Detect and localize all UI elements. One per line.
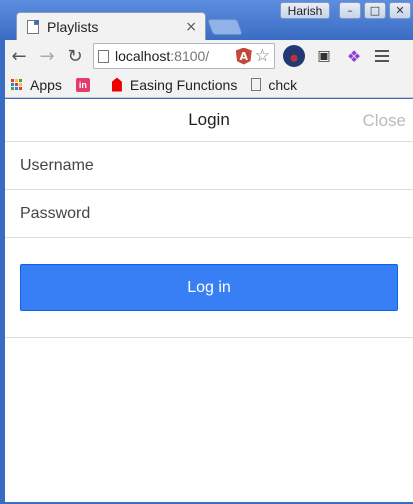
angular-extension-icon[interactable]: A bbox=[235, 47, 252, 65]
apps-grid-icon bbox=[11, 78, 23, 91]
page-title: Login bbox=[188, 110, 230, 129]
tab-title: Playlists bbox=[47, 18, 99, 35]
invision-icon: in bbox=[75, 77, 90, 92]
url-text[interactable]: localhost:8100/ bbox=[115, 48, 236, 64]
address-bar[interactable]: localhost:8100/ A ☆ bbox=[93, 43, 275, 69]
tab-close-icon[interactable]: × bbox=[185, 19, 197, 35]
bookmark-label: Apps bbox=[30, 76, 62, 93]
login-button-area: Log in bbox=[5, 238, 413, 338]
page-viewport: Login Close Log in bbox=[5, 99, 413, 502]
feather-extension-icon[interactable]: ❖ bbox=[343, 45, 365, 67]
tab-playlists[interactable]: Playlists × bbox=[16, 12, 206, 40]
page-icon bbox=[251, 78, 262, 91]
cast-extension-icon[interactable]: ▣ bbox=[313, 45, 335, 67]
bookmark-invision[interactable]: in bbox=[75, 77, 98, 92]
modal-header: Login Close bbox=[5, 99, 413, 142]
easing-icon bbox=[111, 77, 122, 92]
new-tab-button[interactable] bbox=[207, 19, 243, 35]
minimize-button[interactable]: – bbox=[339, 2, 361, 19]
browser-toolbar: ← → ↻ localhost:8100/ A ☆ ▣ ❖ bbox=[5, 40, 413, 72]
window-close-button[interactable]: ✕ bbox=[389, 2, 411, 19]
bookmark-label: chck bbox=[268, 76, 298, 93]
maximize-button[interactable]: □ bbox=[364, 2, 386, 19]
profile-button[interactable]: Harish bbox=[280, 2, 330, 19]
browser-window: Playlists × Harish – □ ✕ ← → ↻ localhost… bbox=[0, 0, 413, 504]
bookmark-chck[interactable]: chck bbox=[251, 77, 297, 93]
url-host: localhost bbox=[115, 48, 171, 64]
login-button[interactable]: Log in bbox=[20, 264, 398, 311]
back-arrow-icon[interactable]: ← bbox=[5, 42, 33, 70]
bookmark-label: Easing Functions bbox=[129, 76, 238, 93]
page-icon bbox=[27, 19, 39, 34]
reload-icon[interactable]: ↻ bbox=[61, 42, 89, 70]
bookmark-star-icon[interactable]: ☆ bbox=[255, 46, 270, 66]
password-item bbox=[5, 190, 413, 238]
username-item bbox=[5, 142, 413, 190]
tab-strip: Playlists × Harish – □ ✕ bbox=[0, 0, 413, 40]
page-icon bbox=[98, 49, 109, 63]
speedometer-extension-icon[interactable] bbox=[283, 45, 305, 67]
bookmarks-bar: Apps in Easing Functions chck bbox=[5, 72, 413, 98]
browser-menu-icon[interactable] bbox=[375, 50, 389, 62]
url-port: :8100/ bbox=[170, 48, 210, 64]
close-button[interactable]: Close bbox=[363, 111, 406, 131]
username-input[interactable] bbox=[20, 142, 413, 189]
password-input[interactable] bbox=[20, 190, 413, 237]
bookmark-apps[interactable]: Apps bbox=[11, 77, 62, 93]
bookmark-easing-functions[interactable]: Easing Functions bbox=[111, 76, 238, 93]
forward-arrow-icon[interactable]: → bbox=[33, 42, 61, 70]
